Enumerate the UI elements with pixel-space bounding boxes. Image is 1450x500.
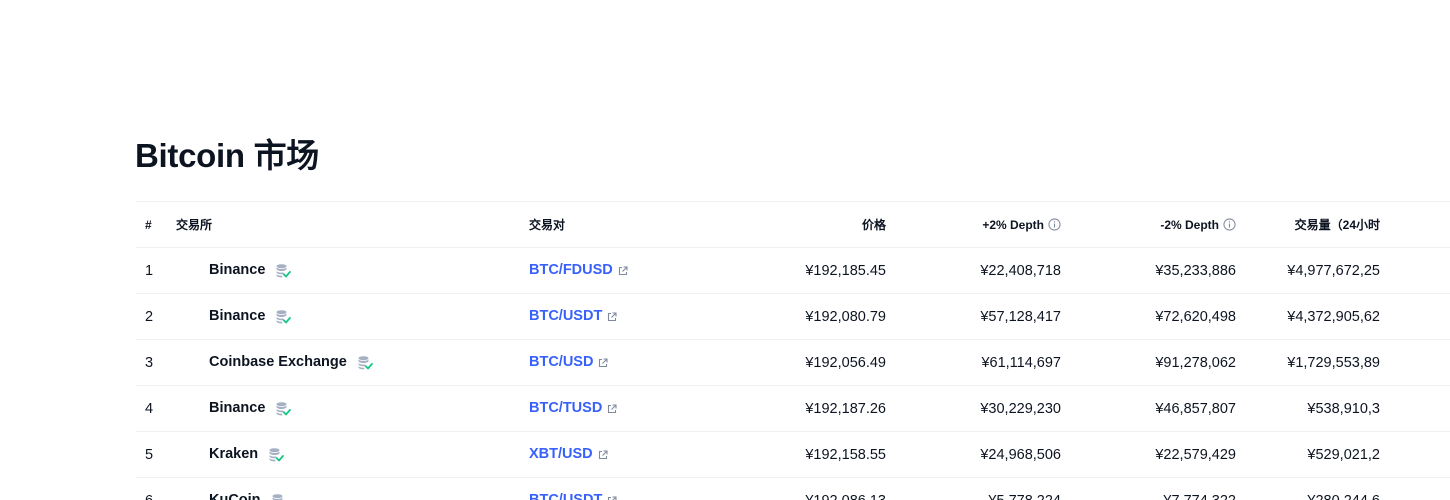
table-row[interactable]: 4 Binance BTC/TUSD ¥192,187.26 ¥30,229,2… xyxy=(136,385,1450,432)
table-row[interactable]: 6 KuCoin BTC/USDT ¥192,086.13 ¥5,778,224… xyxy=(136,477,1450,500)
pair-link[interactable]: XBT/USD xyxy=(529,447,593,463)
row-exchange[interactable]: Binance xyxy=(176,293,529,340)
row-exchange[interactable]: Binance xyxy=(176,385,529,432)
exchange-name[interactable]: Binance xyxy=(209,401,265,417)
row-volume: ¥1,729,553,89 xyxy=(1236,339,1450,386)
verified-db-icon xyxy=(358,355,373,369)
exchange-name[interactable]: Kraken xyxy=(209,447,258,463)
row-exchange[interactable]: Coinbase Exchange xyxy=(176,339,529,386)
header-minus-depth-label: -2% Depth xyxy=(1160,217,1219,232)
markets-table-wrapper: # 交易所 交易对 价格 +2% Depth -2% Depth 交易量（24小… xyxy=(136,201,1450,500)
external-link-icon[interactable] xyxy=(607,496,617,500)
verified-db-icon xyxy=(276,263,292,277)
row-minus-depth: ¥46,857,807 xyxy=(1061,385,1236,432)
row-price: ¥192,056.49 xyxy=(709,339,886,386)
header-rank[interactable]: # xyxy=(136,201,176,248)
verified-db-icon xyxy=(269,447,285,461)
page: Bitcoin 市场 # 交易所 交易对 价格 +2% Depth -2% De… xyxy=(0,0,1450,500)
row-rank: 6 xyxy=(136,477,176,500)
external-link-icon[interactable] xyxy=(598,358,609,368)
row-price: ¥192,158.55 xyxy=(709,431,886,478)
row-volume: ¥529,021,2 xyxy=(1236,431,1450,478)
row-rank: 1 xyxy=(136,247,176,294)
pair-link[interactable]: BTC/USDT xyxy=(529,309,602,325)
table-row[interactable]: 2 Binance BTC/USDT ¥192,080.79 ¥57,128,4… xyxy=(136,293,1450,340)
row-price: ¥192,187.26 xyxy=(709,385,886,432)
pair-link[interactable]: BTC/FDUSD xyxy=(529,263,613,279)
row-rank: 4 xyxy=(136,385,176,432)
row-minus-depth: ¥35,233,886 xyxy=(1061,247,1236,294)
info-circle-icon[interactable] xyxy=(1048,217,1061,231)
row-rank: 3 xyxy=(136,339,176,386)
row-plus-depth: ¥5,778,224 xyxy=(886,477,1061,500)
table-body: 1 Binance BTC/FDUSD ¥192,185.45 ¥22,408,… xyxy=(136,247,1450,500)
external-link-icon[interactable] xyxy=(598,450,608,460)
row-plus-depth: ¥30,229,230 xyxy=(886,385,1061,432)
exchange-name[interactable]: Coinbase Exchange xyxy=(209,355,347,371)
header-plus-depth-label: +2% Depth xyxy=(982,217,1044,232)
row-rank: 5 xyxy=(136,431,176,478)
header-plus-depth[interactable]: +2% Depth xyxy=(886,201,1061,248)
row-pair[interactable]: BTC/USDT xyxy=(529,293,709,340)
row-minus-depth: ¥72,620,498 xyxy=(1061,293,1236,340)
row-minus-depth: ¥91,278,062 xyxy=(1061,339,1236,386)
row-plus-depth: ¥61,114,697 xyxy=(886,339,1061,386)
page-title: Bitcoin 市场 xyxy=(135,137,319,174)
external-link-icon[interactable] xyxy=(607,404,617,414)
row-pair[interactable]: BTC/USD xyxy=(529,339,709,386)
row-exchange[interactable]: KuCoin xyxy=(176,477,529,500)
table-header: # 交易所 交易对 价格 +2% Depth -2% Depth 交易量（24小… xyxy=(136,201,1450,248)
row-plus-depth: ¥24,968,506 xyxy=(886,431,1061,478)
row-price: ¥192,185.45 xyxy=(709,247,886,294)
pair-link[interactable]: BTC/TUSD xyxy=(529,401,602,417)
row-minus-depth: ¥22,579,429 xyxy=(1061,431,1236,478)
exchange-name[interactable]: Binance xyxy=(209,263,265,279)
row-exchange[interactable]: Binance xyxy=(176,247,529,294)
row-volume: ¥4,372,905,62 xyxy=(1236,293,1450,340)
row-plus-depth: ¥57,128,417 xyxy=(886,293,1061,340)
table-row[interactable]: 3 Coinbase Exchange BTC/USD ¥192,056.49 … xyxy=(136,339,1450,386)
row-price: ¥192,080.79 xyxy=(709,293,886,340)
header-exchange[interactable]: 交易所 xyxy=(176,201,529,248)
row-pair[interactable]: BTC/FDUSD xyxy=(529,247,709,294)
row-plus-depth: ¥22,408,718 xyxy=(886,247,1061,294)
table-row[interactable]: 5 Kraken XBT/USD ¥192,158.55 ¥24,968,506… xyxy=(136,431,1450,478)
verified-db-icon xyxy=(276,401,292,415)
row-volume: ¥280,244,6 xyxy=(1236,477,1450,500)
pair-link[interactable]: BTC/USD xyxy=(529,355,593,371)
markets-table: # 交易所 交易对 价格 +2% Depth -2% Depth 交易量（24小… xyxy=(136,201,1450,500)
header-price[interactable]: 价格 xyxy=(709,201,886,248)
info-circle-icon[interactable] xyxy=(1223,217,1236,231)
row-pair[interactable]: BTC/USDT xyxy=(529,477,709,500)
header-volume[interactable]: 交易量（24小时 xyxy=(1236,201,1450,248)
table-row[interactable]: 1 Binance BTC/FDUSD ¥192,185.45 ¥22,408,… xyxy=(136,247,1450,294)
row-price: ¥192,086.13 xyxy=(709,477,886,500)
row-volume: ¥4,977,672,25 xyxy=(1236,247,1450,294)
row-volume: ¥538,910,3 xyxy=(1236,385,1450,432)
row-minus-depth: ¥7,774,322 xyxy=(1061,477,1236,500)
exchange-name[interactable]: Binance xyxy=(209,309,265,325)
row-pair[interactable]: XBT/USD xyxy=(529,431,709,478)
row-rank: 2 xyxy=(136,293,176,340)
row-pair[interactable]: BTC/TUSD xyxy=(529,385,709,432)
header-pair[interactable]: 交易对 xyxy=(529,201,709,248)
external-link-icon[interactable] xyxy=(618,266,628,276)
verified-db-icon xyxy=(272,493,283,500)
verified-db-icon xyxy=(276,309,292,323)
header-minus-depth[interactable]: -2% Depth xyxy=(1061,201,1236,248)
row-exchange[interactable]: Kraken xyxy=(176,431,529,478)
header-row: # 交易所 交易对 价格 +2% Depth -2% Depth 交易量（24小… xyxy=(136,201,1450,248)
external-link-icon[interactable] xyxy=(607,312,617,322)
exchange-name[interactable]: KuCoin xyxy=(209,493,261,500)
pair-link[interactable]: BTC/USDT xyxy=(529,493,602,500)
